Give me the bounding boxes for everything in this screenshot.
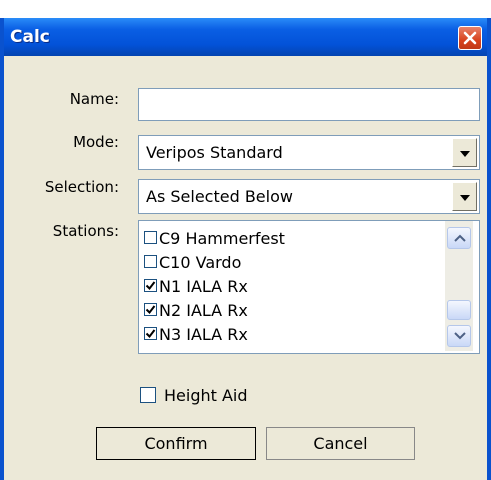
cancel-button[interactable]: Cancel: [266, 427, 415, 460]
checkmark-icon: [145, 305, 156, 315]
station-label: N1 IALA Rx: [159, 277, 248, 296]
selection-select[interactable]: As Selected Below: [138, 179, 480, 214]
mode-dropdown-button[interactable]: [452, 138, 477, 167]
station-label: C10 Vardo: [159, 253, 242, 272]
close-icon: [463, 31, 477, 45]
window-title: Calc: [10, 27, 50, 47]
selection-dropdown-button[interactable]: [452, 182, 477, 211]
checkmark-icon: [145, 281, 156, 291]
list-item[interactable]: C9 Hammerfest: [144, 229, 442, 251]
list-item[interactable]: C10 Vardo: [144, 253, 442, 275]
chevron-down-icon: [460, 151, 470, 157]
checkmark-icon: [145, 329, 156, 339]
height-aid-checkbox[interactable]: [140, 387, 156, 403]
chevron-up-icon: [454, 234, 466, 242]
list-item[interactable]: N2 IALA Rx: [144, 301, 442, 323]
mode-label: Mode:: [73, 133, 119, 151]
mode-select[interactable]: Veripos Standard: [138, 135, 480, 170]
stations-scrollbar[interactable]: [445, 221, 473, 351]
list-item[interactable]: N1 IALA Rx: [144, 277, 442, 299]
chevron-down-icon: [454, 332, 466, 340]
station-checkbox[interactable]: [144, 327, 157, 340]
station-checkbox[interactable]: [144, 303, 157, 316]
selection-label: Selection:: [44, 178, 119, 196]
station-label: N2 IALA Rx: [159, 301, 248, 320]
scroll-down-button[interactable]: [447, 325, 471, 347]
stations-list[interactable]: C9 Hammerfest C10 Vardo N1 IALA Rx N2 IA…: [138, 220, 480, 354]
scroll-up-button[interactable]: [447, 227, 471, 249]
title-bar[interactable]: Calc: [4, 18, 487, 56]
name-label: Name:: [69, 90, 119, 108]
background-strip: [0, 0, 491, 18]
scroll-thumb[interactable]: [447, 300, 471, 320]
station-checkbox[interactable]: [144, 231, 157, 244]
list-item[interactable]: N3 IALA Rx: [144, 325, 442, 347]
station-checkbox[interactable]: [144, 255, 157, 268]
stations-label: Stations:: [52, 222, 119, 240]
name-input[interactable]: [138, 88, 480, 121]
chevron-down-icon: [460, 195, 470, 201]
station-label: C9 Hammerfest: [159, 229, 285, 248]
calc-dialog: Calc Name: Mode: Veripos Standard Select…: [0, 18, 491, 480]
station-checkbox[interactable]: [144, 279, 157, 292]
confirm-button[interactable]: Confirm: [96, 427, 256, 460]
close-button[interactable]: [458, 26, 482, 50]
mode-value: Veripos Standard: [146, 143, 283, 162]
station-label: N3 IALA Rx: [159, 325, 248, 344]
height-aid-label: Height Aid: [164, 386, 248, 405]
selection-value: As Selected Below: [146, 187, 293, 206]
